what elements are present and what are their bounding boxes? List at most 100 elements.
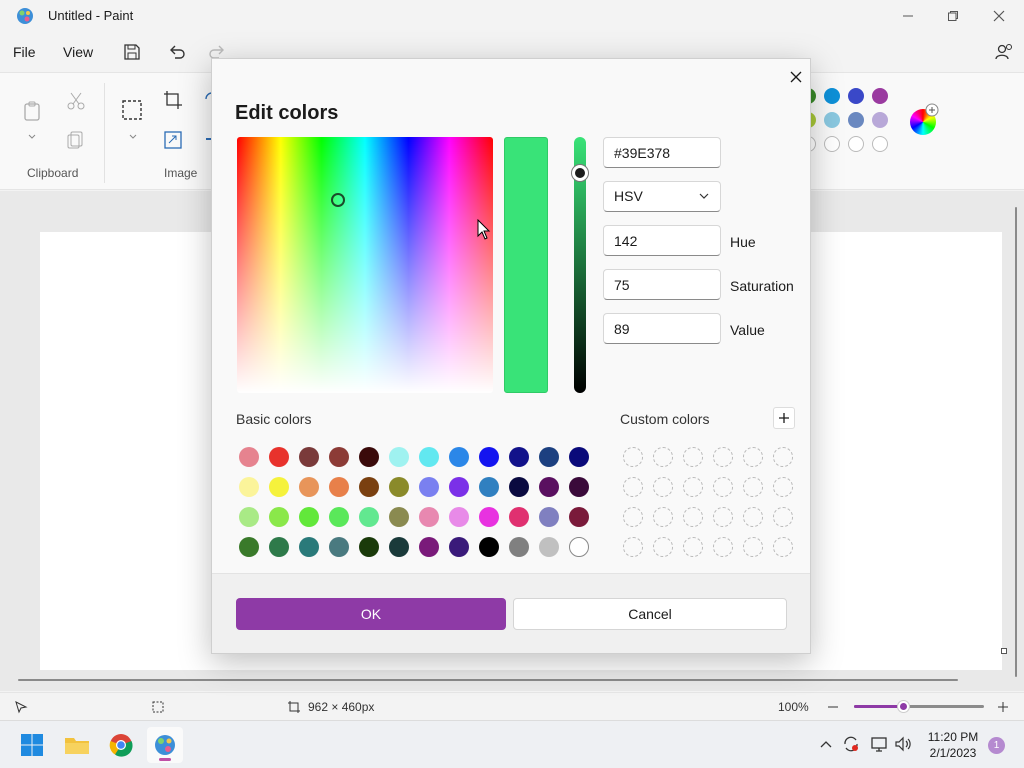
custom-color-slot[interactable] [683, 537, 703, 557]
basic-color-swatch[interactable] [269, 447, 289, 467]
menu-file[interactable]: File [13, 44, 36, 60]
custom-color-slot[interactable] [653, 477, 673, 497]
menu-view[interactable]: View [63, 44, 93, 60]
value-slider[interactable] [572, 137, 588, 393]
volume-icon[interactable] [894, 735, 912, 753]
basic-color-swatch[interactable] [299, 447, 319, 467]
minimize-button[interactable] [885, 0, 931, 32]
custom-color-slot[interactable] [623, 447, 643, 467]
cut-icon[interactable] [65, 90, 87, 112]
palette-color[interactable] [872, 112, 888, 128]
palette-color[interactable] [824, 112, 840, 128]
custom-color-slot[interactable] [683, 507, 703, 527]
basic-color-swatch[interactable] [449, 507, 469, 527]
edit-colors-button[interactable] [910, 103, 939, 135]
undo-icon[interactable] [167, 42, 187, 62]
basic-color-swatch[interactable] [419, 537, 439, 557]
basic-color-swatch[interactable] [449, 537, 469, 557]
saturation-input[interactable] [603, 269, 721, 300]
paste-icon[interactable] [21, 100, 43, 122]
restore-button[interactable] [930, 0, 976, 32]
basic-color-swatch[interactable] [239, 477, 259, 497]
custom-color-slot[interactable] [743, 477, 763, 497]
add-custom-color-button[interactable] [773, 407, 795, 429]
sync-icon[interactable] [842, 735, 860, 753]
custom-color-slot[interactable] [623, 477, 643, 497]
basic-color-swatch[interactable] [539, 537, 559, 557]
paint-taskbar-button[interactable] [147, 727, 183, 763]
custom-color-slot[interactable] [713, 507, 733, 527]
palette-color[interactable] [872, 88, 888, 104]
canvas-resize-handle[interactable] [1001, 648, 1007, 654]
custom-color-slot[interactable] [653, 447, 673, 467]
basic-color-swatch[interactable] [329, 477, 349, 497]
basic-color-swatch[interactable] [239, 507, 259, 527]
color-picker-handle[interactable] [331, 193, 345, 207]
basic-color-swatch[interactable] [479, 477, 499, 497]
basic-color-swatch[interactable] [569, 507, 589, 527]
basic-color-swatch[interactable] [269, 477, 289, 497]
basic-color-swatch[interactable] [329, 447, 349, 467]
ok-button[interactable]: OK [236, 598, 506, 630]
basic-color-swatch[interactable] [389, 537, 409, 557]
basic-color-swatch[interactable] [269, 507, 289, 527]
zoom-in-icon[interactable] [997, 701, 1009, 713]
custom-color-slot[interactable] [773, 477, 793, 497]
horizontal-scrollbar[interactable] [18, 679, 958, 681]
custom-color-slot[interactable] [773, 447, 793, 467]
basic-color-swatch[interactable] [329, 507, 349, 527]
basic-color-swatch[interactable] [419, 447, 439, 467]
basic-color-swatch[interactable] [509, 507, 529, 527]
dialog-close-button[interactable] [784, 65, 808, 89]
basic-color-swatch[interactable] [539, 447, 559, 467]
custom-color-slot[interactable] [773, 507, 793, 527]
basic-color-swatch[interactable] [299, 477, 319, 497]
value-input[interactable] [603, 313, 721, 344]
basic-color-swatch[interactable] [299, 537, 319, 557]
value-slider-thumb[interactable] [572, 165, 588, 181]
custom-color-slot[interactable] [623, 507, 643, 527]
basic-color-swatch[interactable] [419, 477, 439, 497]
basic-color-swatch[interactable] [569, 537, 589, 557]
network-icon[interactable] [870, 735, 888, 753]
start-button[interactable] [14, 727, 50, 763]
resize-icon[interactable] [162, 129, 184, 151]
color-spectrum[interactable] [237, 137, 493, 393]
custom-color-slot[interactable] [683, 447, 703, 467]
basic-color-swatch[interactable] [359, 537, 379, 557]
basic-color-swatch[interactable] [569, 477, 589, 497]
palette-empty-slot[interactable] [872, 136, 888, 152]
basic-color-swatch[interactable] [239, 537, 259, 557]
palette-empty-slot[interactable] [848, 136, 864, 152]
basic-color-swatch[interactable] [359, 447, 379, 467]
basic-color-swatch[interactable] [509, 537, 529, 557]
custom-color-slot[interactable] [743, 447, 763, 467]
chevron-up-icon[interactable] [820, 739, 832, 749]
basic-color-swatch[interactable] [359, 477, 379, 497]
basic-color-swatch[interactable] [329, 537, 349, 557]
palette-color[interactable] [848, 88, 864, 104]
palette-color[interactable] [824, 88, 840, 104]
hue-input[interactable] [603, 225, 721, 256]
zoom-out-icon[interactable] [827, 701, 839, 713]
chrome-button[interactable] [103, 727, 139, 763]
custom-color-slot[interactable] [653, 507, 673, 527]
chevron-down-icon[interactable] [27, 133, 37, 141]
custom-color-slot[interactable] [653, 537, 673, 557]
basic-color-swatch[interactable] [239, 447, 259, 467]
crop-icon[interactable] [162, 89, 184, 111]
zoom-slider[interactable] [854, 700, 984, 713]
basic-color-swatch[interactable] [359, 507, 379, 527]
vertical-scrollbar[interactable] [1015, 207, 1017, 677]
basic-color-swatch[interactable] [479, 507, 499, 527]
color-mode-select[interactable]: HSV [603, 181, 721, 212]
save-icon[interactable] [122, 42, 142, 62]
basic-color-swatch[interactable] [539, 507, 559, 527]
copy-icon[interactable] [65, 128, 87, 150]
basic-color-swatch[interactable] [509, 477, 529, 497]
custom-color-slot[interactable] [743, 537, 763, 557]
custom-color-slot[interactable] [683, 477, 703, 497]
custom-color-slot[interactable] [743, 507, 763, 527]
custom-color-slot[interactable] [713, 477, 733, 497]
basic-color-swatch[interactable] [299, 507, 319, 527]
